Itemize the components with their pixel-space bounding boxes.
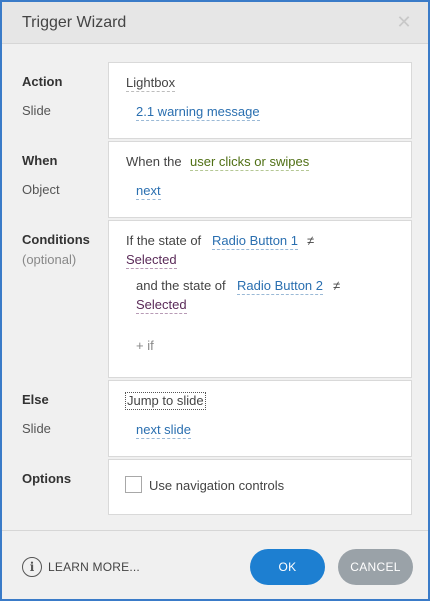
options-label: Options [22, 471, 72, 486]
conditions-hint: (optional) [22, 252, 77, 267]
add-condition-button[interactable]: + if [136, 338, 154, 353]
action-panel: Lightbox 2.1 warning message [108, 62, 412, 139]
title-bar: Trigger Wizard ✕ [2, 2, 428, 44]
trigger-wizard-dialog: Trigger Wizard ✕ Action Slide Lightbox 2… [0, 0, 430, 601]
info-icon: i [22, 557, 42, 577]
ok-button[interactable]: OK [250, 549, 325, 585]
else-slide-label: Slide [22, 421, 51, 436]
when-label: When [22, 153, 58, 168]
when-prefix: When the [126, 154, 182, 169]
dialog-title: Trigger Wizard [22, 14, 127, 31]
cancel-button[interactable]: CANCEL [338, 549, 413, 585]
else-panel: Jump to slide next slide [108, 380, 412, 457]
learn-more-label: LEARN MORE... [48, 560, 140, 574]
footer-divider [2, 530, 428, 531]
conditions-panel: If the state of Radio Button 1 ≠ Selecte… [108, 220, 412, 378]
action-type-dropdown[interactable]: Lightbox [126, 75, 176, 92]
condition-object-dropdown[interactable]: Radio Button 2 [237, 278, 324, 295]
condition-value-dropdown[interactable]: Selected [136, 297, 187, 314]
action-slide-label: Slide [22, 103, 51, 118]
condition-operator[interactable]: ≠ [333, 278, 340, 293]
else-slide-dropdown[interactable]: next slide [136, 422, 191, 439]
action-label: Action [22, 74, 63, 89]
close-icon[interactable]: ✕ [394, 11, 414, 33]
when-panel: When the user clicks or swipes next [108, 141, 412, 218]
condition-operator[interactable]: ≠ [307, 233, 314, 248]
object-label: Object [22, 182, 60, 197]
when-event-dropdown[interactable]: user clicks or swipes [190, 154, 310, 171]
when-object-dropdown[interactable]: next [136, 183, 161, 200]
else-action-dropdown[interactable]: Jump to slide [125, 392, 206, 410]
navigation-controls-label[interactable]: Use navigation controls [149, 478, 284, 493]
learn-more-link[interactable]: i LEARN MORE... [22, 556, 140, 578]
else-label: Else [22, 392, 49, 407]
condition-prefix: If the state of [126, 233, 202, 248]
condition-value-dropdown[interactable]: Selected [126, 252, 177, 269]
condition-object-dropdown[interactable]: Radio Button 1 [212, 233, 299, 250]
options-panel: Use navigation controls [108, 459, 412, 515]
condition-prefix: and the state of [136, 278, 226, 293]
conditions-label: Conditions [22, 232, 90, 247]
navigation-controls-checkbox[interactable] [125, 476, 142, 493]
action-slide-dropdown[interactable]: 2.1 warning message [136, 104, 260, 121]
